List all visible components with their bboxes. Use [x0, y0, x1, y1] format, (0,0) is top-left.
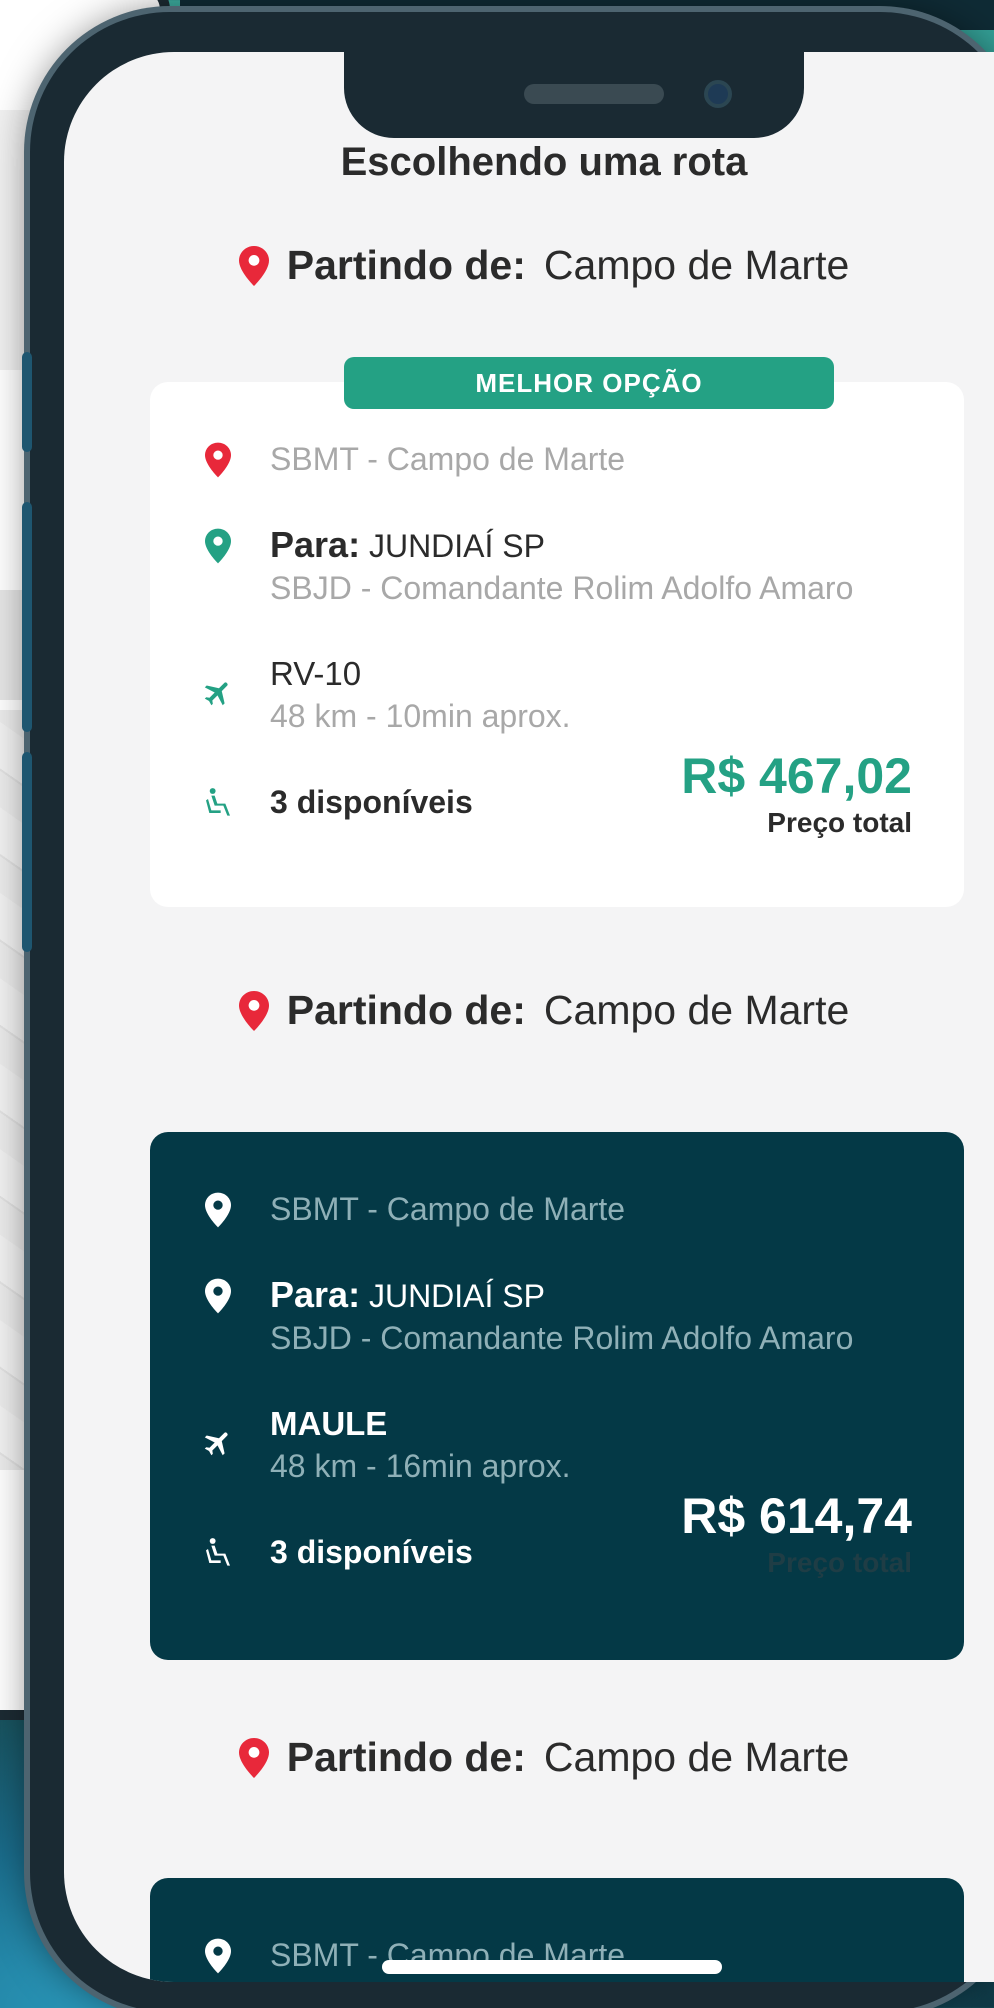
total-price: R$ 467,02 — [681, 748, 912, 804]
flight-distance: 48 km - 16min aprox. — [270, 1448, 571, 1484]
departure-header: Partindo de: Campo de Marte — [64, 987, 994, 1034]
route-card[interactable]: SBMT - Campo de Marte Para: JUNDIAÍ SP S… — [150, 1132, 964, 1660]
airplane-icon — [204, 682, 228, 706]
map-pin-icon — [238, 990, 269, 1031]
phone-screen: Escolhendo uma rota Partindo de: Campo d… — [64, 52, 994, 1982]
destination-airport: SBJD - Comandante Rolim Adolfo Amaro — [270, 570, 854, 606]
map-pin-icon — [238, 245, 269, 286]
phone-side-button — [22, 752, 32, 952]
departure-label: Partindo de: — [286, 1734, 526, 1780]
phone-notch — [344, 52, 804, 138]
map-pin-icon — [205, 442, 231, 478]
seats-row: 3 disponíveis R$ 614,74 Preço total — [202, 1488, 912, 1578]
destination-row: Para: JUNDIAÍ SP SBJD - Comandante Rolim… — [202, 524, 912, 609]
flight-distance: 48 km - 10min aprox. — [270, 698, 571, 734]
destination-row: Para: JUNDIAÍ SP SBJD - Comandante Rolim… — [202, 1274, 912, 1359]
destination-city: JUNDIAÍ SP — [368, 1278, 545, 1314]
departure-value: Campo de Marte — [543, 1734, 850, 1780]
speaker — [524, 84, 664, 104]
map-pin-icon — [205, 1938, 231, 1974]
camera — [704, 80, 732, 108]
best-option-badge: MELHOR OPÇÃO — [344, 357, 834, 409]
departure-header: Partindo de: Campo de Marte — [64, 242, 994, 289]
aircraft-row: RV-10 48 km - 10min aprox. — [202, 653, 912, 737]
origin-airport: SBMT - Campo de Marte — [270, 1191, 626, 1227]
destination-city: JUNDIAÍ SP — [368, 528, 545, 564]
departure-label: Partindo de: — [286, 987, 526, 1033]
destination-label: Para: — [270, 1274, 361, 1315]
destination-airport: SBJD - Comandante Rolim Adolfo Amaro — [270, 1320, 854, 1356]
total-price-label: Preço total — [767, 807, 912, 838]
page-title: Escolhendo uma rota — [340, 140, 748, 184]
phone-side-button — [22, 352, 32, 452]
home-indicator[interactable] — [382, 1960, 722, 1974]
aircraft-row: MAULE 48 km - 16min aprox. — [202, 1403, 912, 1487]
departure-value: Campo de Marte — [543, 987, 850, 1033]
airplane-icon — [204, 1432, 228, 1456]
total-price-label: Preço total — [767, 1547, 912, 1578]
seats-available: 3 disponíveis — [270, 784, 473, 820]
total-price: R$ 614,74 — [681, 1488, 912, 1544]
map-pin-icon — [238, 1737, 269, 1778]
seats-available: 3 disponíveis — [270, 1534, 473, 1570]
seat-icon — [206, 1538, 230, 1566]
map-pin-icon — [205, 1278, 231, 1314]
route-card-best[interactable]: SBMT - Campo de Marte Para: JUNDIAÍ SP S… — [150, 382, 964, 907]
origin-row: SBMT - Campo de Marte — [202, 438, 912, 480]
aircraft-model: MAULE — [270, 1405, 388, 1442]
seat-icon — [206, 788, 230, 816]
departure-value: Campo de Marte — [543, 242, 850, 288]
departure-label: Partindo de: — [286, 242, 526, 288]
phone-frame: Escolhendo uma rota Partindo de: Campo d… — [22, 12, 994, 2008]
aircraft-model: RV-10 — [270, 655, 362, 692]
phone-side-button — [22, 502, 32, 732]
map-pin-icon — [205, 1192, 231, 1228]
departure-header: Partindo de: Campo de Marte — [64, 1734, 994, 1781]
origin-airport: SBMT - Campo de Marte — [270, 441, 626, 477]
seats-row: 3 disponíveis R$ 467,02 Preço total — [202, 748, 912, 838]
origin-row: SBMT - Campo de Marte — [202, 1188, 912, 1230]
map-pin-icon — [205, 528, 231, 564]
destination-label: Para: — [270, 524, 361, 565]
